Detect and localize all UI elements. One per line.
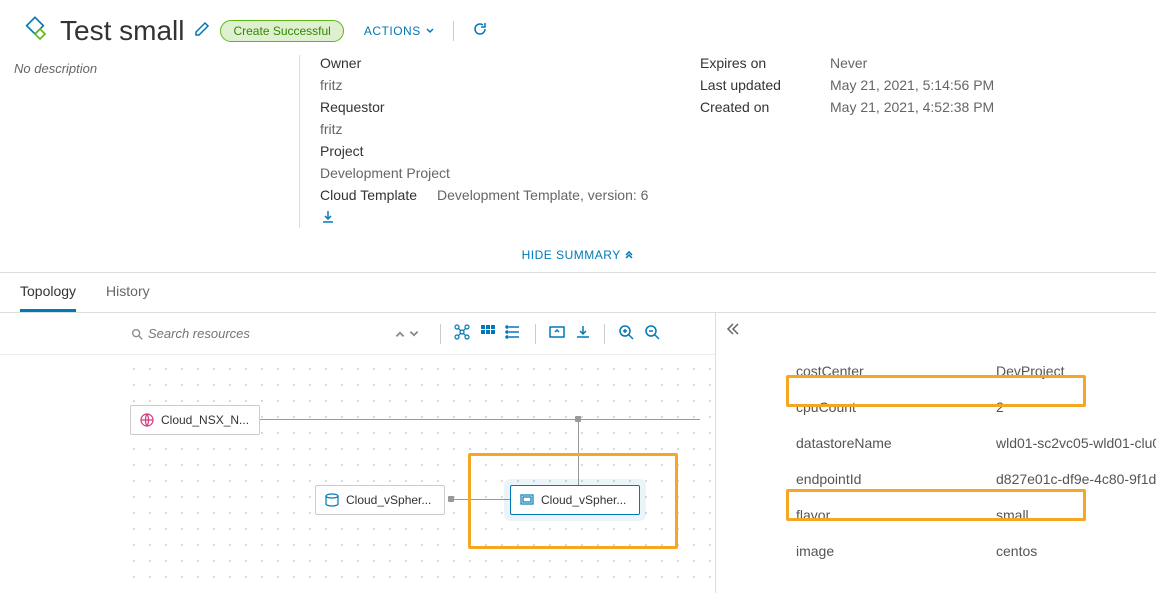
divider <box>453 21 454 41</box>
search-nav[interactable] <box>394 328 420 340</box>
node-vsphere-disk[interactable]: Cloud_vSpher... <box>315 485 445 515</box>
download-icon[interactable] <box>320 209 700 228</box>
properties-table: costCenterDevProject cpuCount2 datastore… <box>796 353 1156 569</box>
prop-row: costCenterDevProject <box>796 353 1156 389</box>
prop-val: wld01-sc2vc05-wld01-clu0 <box>996 435 1156 451</box>
search-wrap <box>130 322 390 345</box>
tab-bar: Topology History <box>0 272 1156 313</box>
divider <box>440 324 441 344</box>
prop-row: cpuCount2 <box>796 389 1156 425</box>
updated-value: May 21, 2021, 5:14:56 PM <box>830 77 994 93</box>
prop-row: endpointIdd827e01c-df9e-4c80-9f1d <box>796 461 1156 497</box>
topology-canvas[interactable]: Cloud_NSX_N... Cloud_vSpher... Cloud_vSp… <box>120 355 715 585</box>
prop-val: 2 <box>996 399 1156 415</box>
prop-val: small <box>996 507 1156 523</box>
prop-row: imagecentos <box>796 533 1156 569</box>
hide-summary-label: HIDE SUMMARY <box>522 248 621 262</box>
connection-dot <box>575 416 581 422</box>
prop-key: image <box>796 543 996 559</box>
layout-grid-icon[interactable] <box>477 321 499 346</box>
logo-icon <box>20 14 50 47</box>
zoom-out-icon[interactable] <box>641 321 663 346</box>
connection-line <box>450 499 510 500</box>
chevron-down-icon <box>425 26 435 36</box>
divider <box>604 324 605 344</box>
project-label: Project <box>320 143 700 159</box>
node-label: Cloud_vSpher... <box>346 493 431 507</box>
status-badge: Create Successful <box>220 20 343 42</box>
hide-summary-button[interactable]: HIDE SUMMARY <box>0 238 1156 272</box>
prop-row: datastoreNamewld01-sc2vc05-wld01-clu0 <box>796 425 1156 461</box>
node-label: Cloud_NSX_N... <box>161 413 249 427</box>
owner-value: fritz <box>320 77 700 93</box>
chevron-up-icon <box>394 328 406 340</box>
fit-screen-icon[interactable] <box>546 321 568 346</box>
zoom-in-icon[interactable] <box>615 321 637 346</box>
node-nsx[interactable]: Cloud_NSX_N... <box>130 405 260 435</box>
summary-section: No description Owner fritz Requestor fri… <box>0 55 1156 238</box>
actions-button[interactable]: ACTIONS <box>364 24 435 38</box>
expires-value: Never <box>830 55 867 71</box>
created-label: Created on <box>700 99 800 115</box>
expires-label: Expires on <box>700 55 800 71</box>
page-title: Test small <box>60 15 184 47</box>
layout-list-icon[interactable] <box>503 321 525 346</box>
network-icon <box>139 412 155 428</box>
chevron-down-icon <box>408 328 420 340</box>
prop-key: endpointId <box>796 471 996 487</box>
search-input[interactable] <box>144 322 304 345</box>
chevron-up-icon <box>624 251 634 261</box>
connection-dot <box>448 496 454 502</box>
cloud-template-value: Development Template, version: 6 <box>437 187 648 203</box>
requestor-label: Requestor <box>320 99 700 115</box>
refresh-icon[interactable] <box>472 21 488 40</box>
description-column: No description <box>10 55 300 228</box>
prop-key: flavor <box>796 507 996 523</box>
expand-panel-icon[interactable] <box>724 321 740 340</box>
layout-graph-icon[interactable] <box>451 321 473 346</box>
prop-key: datastoreName <box>796 435 996 451</box>
prop-val: centos <box>996 543 1156 559</box>
edit-icon[interactable] <box>194 21 210 40</box>
main-area: Cloud_NSX_N... Cloud_vSpher... Cloud_vSp… <box>0 313 1156 593</box>
prop-val: d827e01c-df9e-4c80-9f1d <box>996 471 1156 487</box>
export-icon[interactable] <box>572 321 594 346</box>
divider <box>535 324 536 344</box>
owner-label: Owner <box>320 55 700 71</box>
properties-panel: costCenterDevProject cpuCount2 datastore… <box>716 313 1156 593</box>
node-label: Cloud_vSpher... <box>541 493 626 507</box>
page-header: Test small Create Successful ACTIONS <box>0 0 1156 55</box>
prop-row: flavorsmall <box>796 497 1156 533</box>
prop-key: cpuCount <box>796 399 996 415</box>
connection-line <box>260 419 700 420</box>
canvas-area: Cloud_NSX_N... Cloud_vSpher... Cloud_vSp… <box>0 313 716 593</box>
prop-val: DevProject <box>996 363 1156 379</box>
canvas-toolbar <box>0 313 715 355</box>
updated-label: Last updated <box>700 77 800 93</box>
node-vsphere-vm[interactable]: Cloud_vSpher... <box>510 485 640 515</box>
actions-label: ACTIONS <box>364 24 421 38</box>
tab-history[interactable]: History <box>106 273 150 312</box>
created-value: May 21, 2021, 4:52:38 PM <box>830 99 994 115</box>
detail-column: Owner fritz Requestor fritz Project Deve… <box>300 55 1136 228</box>
project-value: Development Project <box>320 165 700 181</box>
prop-key: costCenter <box>796 363 996 379</box>
disk-icon <box>324 492 340 508</box>
cloud-template-label: Cloud Template <box>320 187 417 203</box>
vm-icon <box>519 492 535 508</box>
tab-topology[interactable]: Topology <box>20 273 76 312</box>
requestor-value: fritz <box>320 121 700 137</box>
search-icon <box>130 327 144 341</box>
